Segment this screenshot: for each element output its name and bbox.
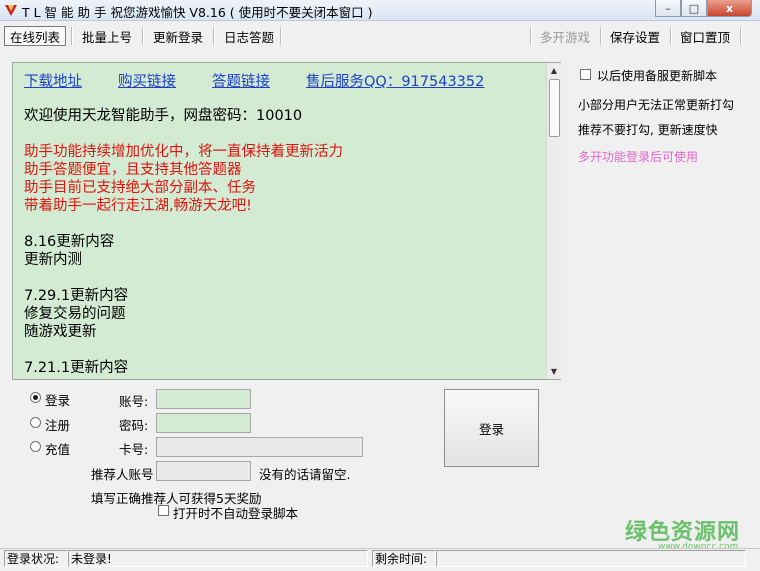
tab-online-list[interactable]: 在线列表 bbox=[4, 26, 66, 46]
recharge-radio[interactable] bbox=[30, 441, 41, 452]
multi-open-note: 多开功能登录后可使用 bbox=[578, 150, 699, 164]
menu-divider bbox=[142, 27, 144, 45]
card-input[interactable] bbox=[156, 437, 363, 457]
scroll-down-icon[interactable]: ▼ bbox=[547, 364, 561, 378]
update-title: 7.29.1更新内容 bbox=[24, 288, 129, 304]
account-label: 账号: bbox=[119, 394, 149, 409]
window-pin-button[interactable]: 窗口置顶 bbox=[676, 26, 734, 46]
menu-divider bbox=[280, 27, 282, 45]
right-note: 小部分用户无法正常更新打勾 bbox=[578, 98, 735, 112]
remaining-time-value bbox=[436, 550, 746, 567]
link-row: 下载地址 购买链接 答题链接 售后服务QQ：917543352 bbox=[24, 73, 544, 95]
window-title: T L 智 能 助 手 祝您游戏愉快 V8.16 ( 使用时不要关闭本窗口 ) bbox=[22, 5, 373, 20]
referrer-hint: 没有的话请留空. bbox=[259, 467, 351, 482]
remaining-time-label: 剩余时间: bbox=[372, 550, 436, 567]
save-settings-button[interactable]: 保存设置 bbox=[606, 26, 664, 46]
menu-divider bbox=[530, 27, 532, 45]
scroll-thumb[interactable] bbox=[549, 79, 560, 137]
referrer-label: 推荐人账号 bbox=[91, 467, 154, 482]
info-panel[interactable]: 下载地址 购买链接 答题链接 售后服务QQ：917543352 欢迎使用天龙智能… bbox=[12, 62, 561, 380]
no-auto-login-checkbox[interactable] bbox=[158, 505, 169, 516]
welcome-text: 欢迎使用天龙智能助手，网盘密码：10010 bbox=[24, 108, 303, 124]
menu-divider bbox=[600, 27, 602, 45]
update-line: 更新内测 bbox=[24, 252, 82, 268]
close-button[interactable]: x bbox=[707, 0, 752, 17]
no-auto-login-label: 打开时不自动登录脚本 bbox=[173, 506, 299, 521]
info-content: 下载地址 购买链接 答题链接 售后服务QQ：917543352 欢迎使用天龙智能… bbox=[24, 73, 544, 377]
password-label: 密码: bbox=[119, 418, 149, 433]
login-radio-label: 登录 bbox=[45, 393, 71, 408]
register-radio-label: 注册 bbox=[45, 418, 71, 433]
maximize-button[interactable]: □ bbox=[681, 0, 707, 17]
recharge-radio-label: 充值 bbox=[45, 442, 71, 457]
right-note: 推荐不要打勾, 更新速度快 bbox=[578, 123, 718, 137]
download-link[interactable]: 下载地址 bbox=[24, 73, 82, 95]
update-title: 8.16更新内容 bbox=[24, 234, 115, 250]
login-state-label: 登录状况: bbox=[4, 550, 68, 567]
tab-batch-login[interactable]: 批量上号 bbox=[76, 26, 138, 46]
menu-divider bbox=[71, 27, 73, 45]
login-radio[interactable] bbox=[30, 392, 41, 403]
account-input[interactable] bbox=[156, 389, 251, 409]
menu-divider bbox=[213, 27, 215, 45]
notice-line: 带着助手一起行走江湖,畅游天龙吧! bbox=[24, 198, 252, 214]
password-input[interactable] bbox=[156, 413, 251, 433]
update-title: 7.21.1更新内容 bbox=[24, 360, 129, 376]
app-logo-icon bbox=[5, 5, 17, 16]
purchase-link[interactable]: 购买链接 bbox=[118, 73, 176, 95]
update-line: 随游戏更新 bbox=[24, 324, 97, 340]
answer-link[interactable]: 答题链接 bbox=[212, 73, 270, 95]
notice-line: 助手答题便宜，且支持其他答题器 bbox=[24, 162, 242, 178]
register-radio[interactable] bbox=[30, 417, 41, 428]
info-scrollbar[interactable]: ▲ ▼ bbox=[546, 63, 561, 379]
tab-update-login[interactable]: 更新登录 bbox=[147, 26, 209, 46]
backup-script-label: 以后使用备服更新脚本 bbox=[597, 69, 718, 83]
referrer-input[interactable] bbox=[156, 461, 251, 481]
login-button[interactable]: 登录 bbox=[444, 389, 539, 467]
support-qq-link[interactable]: 售后服务QQ：917543352 bbox=[306, 73, 484, 95]
card-label: 卡号: bbox=[119, 442, 149, 457]
scroll-up-icon[interactable]: ▲ bbox=[547, 63, 561, 77]
tab-log-answer[interactable]: 日志答题 bbox=[218, 26, 280, 46]
minimize-button[interactable]: – bbox=[655, 0, 681, 17]
menu-divider bbox=[670, 27, 672, 45]
backup-script-checkbox[interactable] bbox=[580, 69, 591, 80]
multi-game-button[interactable]: 多开游戏 bbox=[536, 26, 594, 46]
update-line: 修复交易的问题 bbox=[24, 306, 126, 322]
menu-divider bbox=[740, 27, 742, 45]
notice-line: 助手功能持续增加优化中，将一直保持着更新活力 bbox=[24, 144, 343, 160]
notice-line: 助手目前已支持绝大部分副本、任务 bbox=[24, 180, 256, 196]
login-state-value: 未登录! bbox=[68, 550, 368, 567]
